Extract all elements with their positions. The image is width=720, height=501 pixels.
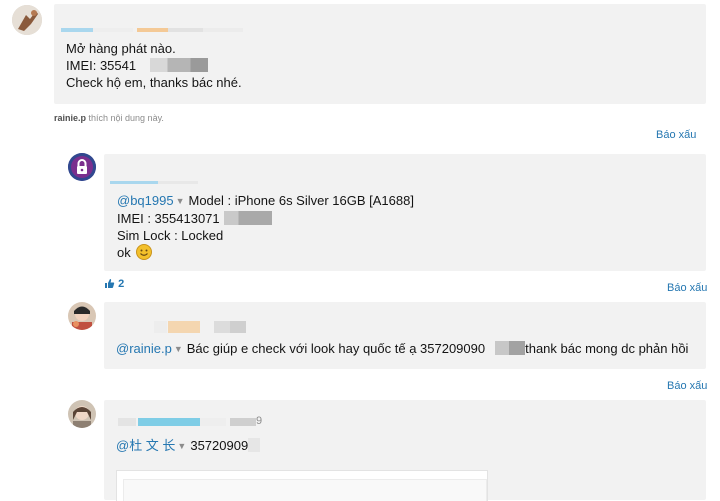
author-name-pixelated	[154, 321, 167, 333]
likes-summary: rainie.p thích nội dung này.	[54, 113, 164, 123]
author-name-pixelated	[61, 28, 93, 32]
author-name-suffix: 9	[256, 415, 263, 427]
avatar[interactable]	[12, 5, 42, 35]
caret-down-icon[interactable]: ▼	[176, 196, 185, 206]
report-button[interactable]: Báo xấu	[656, 129, 696, 141]
avatar[interactable]	[68, 302, 96, 330]
post-bubble: Mở hàng phát nào. IMEI: 35541 Check hộ e…	[54, 4, 706, 104]
avatar[interactable]	[68, 400, 96, 428]
mention-link[interactable]: @bq1995	[117, 193, 174, 208]
simlock-line: Sim Lock : Locked	[117, 228, 224, 243]
avatar-image	[12, 5, 42, 35]
redacted-imei	[495, 341, 510, 355]
avatar-image	[68, 400, 96, 428]
like-count: 2	[118, 278, 125, 290]
imei-line: IMEI : 355413071	[117, 211, 220, 226]
liker-link[interactable]: rainie.p	[54, 113, 86, 123]
like-counter[interactable]: 2	[104, 278, 124, 292]
caret-down-icon[interactable]: ▼	[177, 441, 186, 451]
post-line-1: Mở hàng phát nào.	[66, 41, 176, 56]
reply-message: Bác giúp e check với look hay quốc tế ạ …	[186, 341, 486, 356]
report-button[interactable]: Báo xấu	[667, 282, 707, 294]
post-line-imei: IMEI: 35541	[66, 58, 137, 73]
lock-avatar-icon	[68, 153, 96, 181]
caret-down-icon[interactable]: ▼	[174, 344, 183, 354]
thumbs-up-icon	[104, 278, 115, 292]
redacted-imei	[224, 211, 272, 225]
reply-bubble: @rainie.p ▼ Bác giúp e check với look hay …	[104, 302, 706, 369]
attached-image[interactable]	[116, 470, 488, 501]
reply-message: 35720909	[190, 438, 249, 453]
smile-emoji-icon	[136, 244, 153, 264]
reply-bubble: 9 @杜 文 长 ▼ 35720909	[104, 400, 706, 501]
author-name-pixelated	[118, 418, 136, 426]
avatar[interactable]	[68, 153, 96, 181]
mention-link[interactable]: @rainie.p	[116, 341, 172, 356]
reply-bubble: @bq1995 ▼ Model : iPhone 6s Silver 16GB [A…	[104, 154, 706, 271]
ok-line: ok	[117, 245, 131, 260]
mention-link[interactable]: @杜 文 长	[116, 438, 175, 453]
redacted-imei	[150, 58, 208, 72]
avatar-image	[68, 302, 96, 330]
author-name-pixelated	[110, 181, 158, 184]
model-line: Model : iPhone 6s Silver 16GB [A1688]	[188, 193, 414, 208]
post-line-3: Check hộ em, thanks bác nhé.	[66, 75, 242, 90]
reply-message-end: thank bác mong dc phản hồi	[525, 341, 689, 356]
report-button[interactable]: Báo xấu	[667, 380, 707, 392]
redacted-imei	[248, 438, 261, 452]
